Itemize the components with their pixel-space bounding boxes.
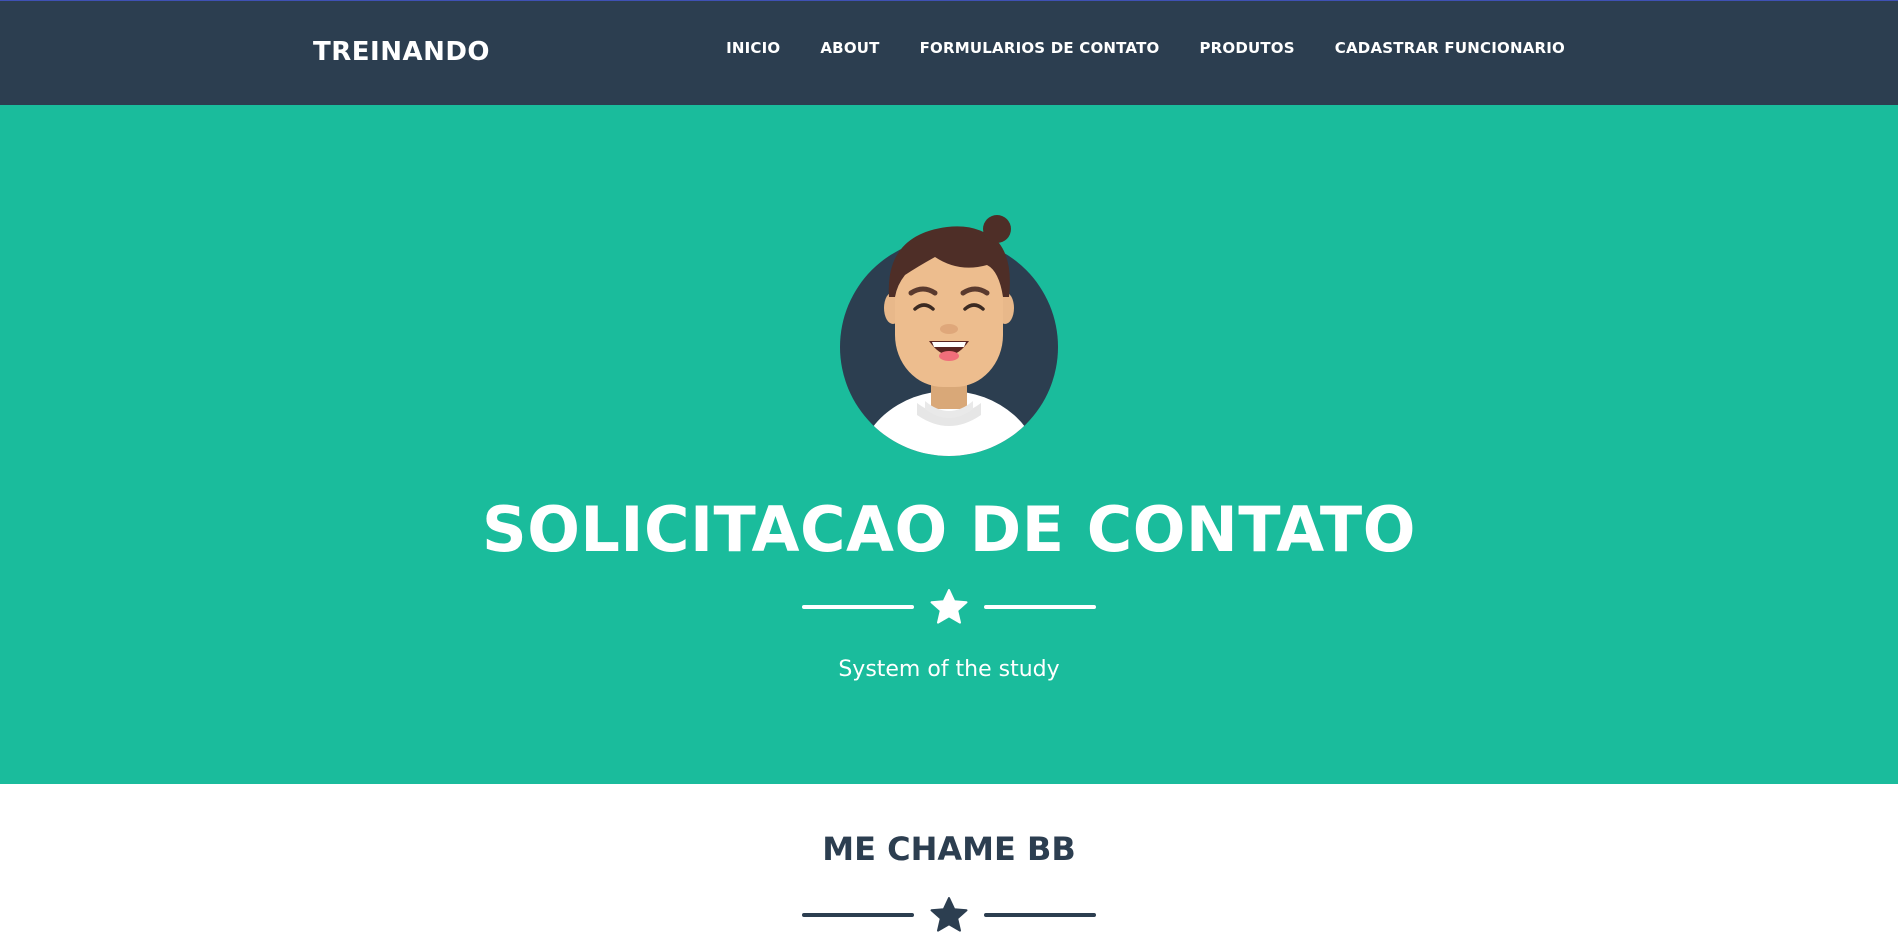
masthead-title: SOLICITACAO DE CONTATO xyxy=(482,493,1416,566)
masthead-subtitle: System of the study xyxy=(838,657,1060,682)
divider-line-left xyxy=(802,605,914,609)
nav-item-about[interactable]: ABOUT xyxy=(820,39,879,57)
star-icon xyxy=(930,589,968,624)
masthead: SOLICITACAO DE CONTATO System of the stu… xyxy=(0,105,1898,784)
avatar-image xyxy=(840,215,1058,456)
section-title: ME CHAME BB xyxy=(822,830,1076,868)
divider-line-left xyxy=(802,913,914,917)
nav-item-inicio[interactable]: INICIO xyxy=(726,39,780,57)
masthead-divider xyxy=(802,587,1096,627)
nav-item-cadastrar-funcionario[interactable]: CADASTRAR FUNCIONARIO xyxy=(1335,39,1565,57)
nav-item-formularios-de-contato[interactable]: FORMULARIOS DE CONTATO xyxy=(920,39,1160,57)
divider-line-right xyxy=(984,913,1096,917)
brand-logo-link[interactable]: TREINANDO xyxy=(313,37,490,67)
top-navbar: TREINANDO INICIO ABOUT FORMULARIOS DE CO… xyxy=(0,0,1898,105)
section-divider xyxy=(802,895,1096,935)
nav-item-produtos[interactable]: PRODUTOS xyxy=(1199,39,1294,57)
divider-line-right xyxy=(984,605,1096,609)
star-icon xyxy=(930,897,968,932)
nav-menu: INICIO ABOUT FORMULARIOS DE CONTATO PROD… xyxy=(726,39,1565,57)
